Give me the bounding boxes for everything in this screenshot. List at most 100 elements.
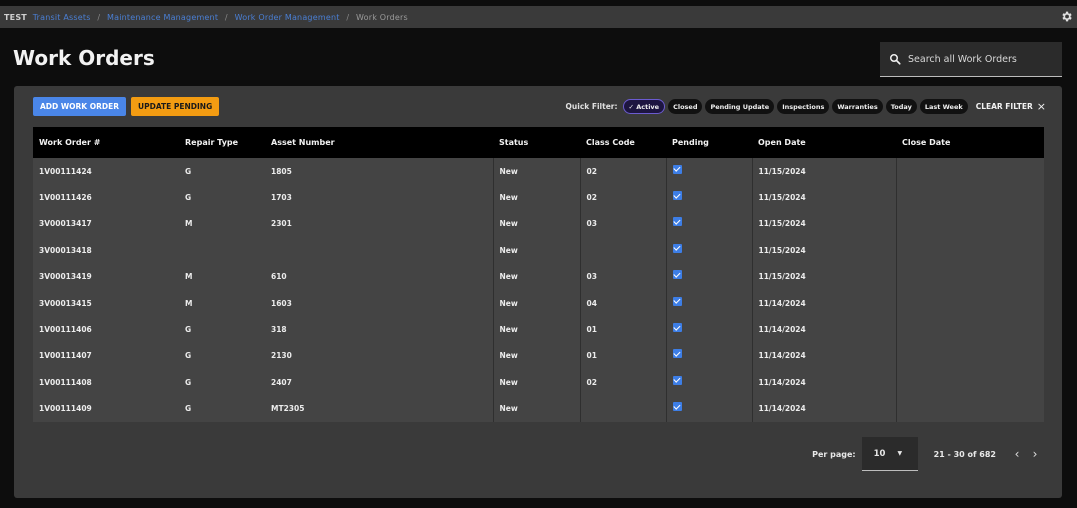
cell-close-date: [896, 343, 1044, 369]
search-input[interactable]: [908, 53, 1056, 65]
breadcrumb-separator: /: [346, 12, 350, 22]
table-row[interactable]: 3V00013419 M 610 New 03 11/15/2024: [33, 263, 1044, 290]
cell-close-date: [896, 184, 1044, 210]
pending-checkbox[interactable]: [672, 375, 682, 385]
table-row[interactable]: 1V00111408 G 2407 New 02 11/14/2024: [33, 369, 1044, 396]
cell-open-date: 11/15/2024: [752, 184, 897, 211]
breadcrumb-transit-assets[interactable]: Transit Assets: [33, 13, 91, 22]
cell-status: New: [493, 342, 581, 370]
cell-pending: [666, 263, 753, 290]
chevron-right-icon[interactable]: ›: [1026, 447, 1044, 461]
column-header-open-date[interactable]: Open Date: [752, 127, 896, 158]
per-page-select[interactable]: 10 ▼: [861, 437, 918, 471]
table-row[interactable]: 1V00111406 G 318 New 01 11/14/2024: [33, 316, 1044, 343]
table-row[interactable]: 1V00111407 G 2130 New 01 11/14/2024: [33, 342, 1044, 370]
breadcrumb: TEST Transit Assets / Maintenance Manage…: [4, 13, 408, 22]
pending-checkbox[interactable]: [672, 323, 682, 333]
cell-pending: [666, 210, 753, 238]
pending-checkbox[interactable]: [672, 296, 682, 306]
pending-checkbox[interactable]: [672, 243, 682, 253]
column-header-class-code[interactable]: Class Code: [580, 127, 666, 158]
table-row[interactable]: 1V00111424 G 1805 New 02 11/15/2024: [33, 158, 1044, 185]
table-row[interactable]: 1V00111409 G MT2305 New 11/14/2024: [33, 395, 1044, 422]
add-work-order-button[interactable]: ADD WORK ORDER: [33, 97, 126, 116]
cell-asset-number: 1703: [265, 184, 494, 211]
clear-filter-button[interactable]: CLEAR FILTER ×: [976, 100, 1046, 113]
cell-close-date: [896, 264, 1044, 290]
table-row[interactable]: 1V00111426 G 1703 New 02 11/15/2024: [33, 184, 1044, 211]
cell-asset-number: 2301: [265, 210, 494, 238]
filter-chip-warranties[interactable]: Warranties: [832, 99, 883, 114]
pending-checkbox[interactable]: [672, 191, 682, 201]
column-header-pending[interactable]: Pending: [666, 127, 752, 158]
cell-pending: [666, 289, 753, 317]
cell-class-code: 03: [580, 210, 667, 238]
cell-repair-type: [179, 237, 265, 263]
filter-chip-last-week[interactable]: Last Week: [919, 99, 968, 114]
breadcrumb-maintenance-management[interactable]: Maintenance Management: [107, 13, 218, 22]
pending-checkbox[interactable]: [672, 164, 682, 174]
cell-work-order: 1V00111406: [39, 325, 92, 335]
cell-asset-number: 1603: [265, 289, 494, 317]
cell-open-date: 11/15/2024: [752, 263, 897, 290]
update-pending-button[interactable]: UPDATE PENDING: [131, 97, 220, 116]
cell-class-code: 01: [580, 342, 667, 370]
cell-status: New: [493, 210, 581, 238]
cell-repair-type: G: [185, 377, 192, 387]
cell-close-date: [896, 211, 1044, 237]
cell-repair-type: G: [185, 351, 192, 361]
cell-repair-type: M: [185, 219, 193, 229]
cell-work-order: 1V00111409: [39, 404, 92, 414]
cell-status: New: [493, 369, 581, 396]
cell-class-code: 04: [580, 289, 667, 317]
cell-repair-type: G: [185, 325, 192, 335]
filter-chip-today[interactable]: Today: [885, 99, 917, 114]
cell-status: New: [493, 289, 581, 317]
cell-pending: [666, 342, 753, 370]
cell-work-order: 1V00111408: [39, 377, 92, 387]
cell-open-date: 11/14/2024: [752, 289, 897, 317]
per-page-value: 10: [873, 448, 886, 459]
breadcrumb-work-order-management[interactable]: Work Order Management: [235, 13, 340, 22]
cell-work-order: 3V00013419: [39, 272, 92, 282]
gear-icon[interactable]: [1060, 10, 1073, 23]
cell-pending: [666, 316, 753, 343]
cell-work-order: 3V00013417: [39, 219, 92, 229]
table-row[interactable]: 3V00013417 M 2301 New 03 11/15/2024: [33, 210, 1044, 238]
clear-filter-label: CLEAR FILTER: [975, 102, 1033, 111]
column-header-asset-number[interactable]: Asset Number: [265, 127, 493, 158]
pending-checkbox[interactable]: [672, 217, 682, 227]
close-icon: ×: [1036, 100, 1046, 113]
cell-asset-number: 318: [265, 316, 494, 343]
cell-status: New: [493, 158, 581, 185]
cell-asset-number: 2407: [265, 369, 494, 396]
per-page-label: Per page:: [812, 449, 856, 459]
cell-pending: [666, 369, 753, 396]
column-header-work-order[interactable]: Work Order #: [33, 127, 179, 158]
column-header-close-date[interactable]: Close Date: [896, 127, 1044, 158]
cell-pending: [666, 395, 753, 422]
cell-open-date: 11/14/2024: [752, 342, 897, 370]
column-header-repair-type[interactable]: Repair Type: [179, 127, 265, 158]
filter-chip-inspections[interactable]: Inspections: [777, 99, 830, 114]
cell-asset-number: 610: [265, 263, 494, 290]
cell-open-date: 11/15/2024: [752, 158, 897, 185]
caret-down-icon: ▼: [897, 450, 903, 457]
table-header-row: Work Order # Repair Type Asset Number St…: [33, 127, 1044, 158]
table-row[interactable]: 3V00013418 New 11/15/2024: [33, 237, 1044, 264]
cell-work-order: 3V00013415: [39, 298, 92, 308]
pending-checkbox[interactable]: [672, 270, 682, 280]
cell-close-date: [896, 237, 1044, 263]
breadcrumb-separator: /: [97, 12, 101, 22]
table-row[interactable]: 3V00013415 M 1603 New 04 11/14/2024: [33, 289, 1044, 317]
filter-chip-active[interactable]: ✓ Active: [622, 99, 666, 114]
column-header-status[interactable]: Status: [493, 127, 580, 158]
cell-work-order: 1V00111424: [39, 166, 92, 176]
filter-chip-pending-update[interactable]: Pending Update: [705, 99, 775, 114]
filter-chip-closed[interactable]: Closed: [668, 99, 703, 114]
pending-checkbox[interactable]: [672, 402, 682, 412]
cell-open-date: 11/15/2024: [752, 237, 897, 264]
chevron-left-icon[interactable]: ‹: [1008, 447, 1026, 461]
pending-checkbox[interactable]: [672, 349, 682, 359]
search-box[interactable]: [880, 42, 1062, 77]
